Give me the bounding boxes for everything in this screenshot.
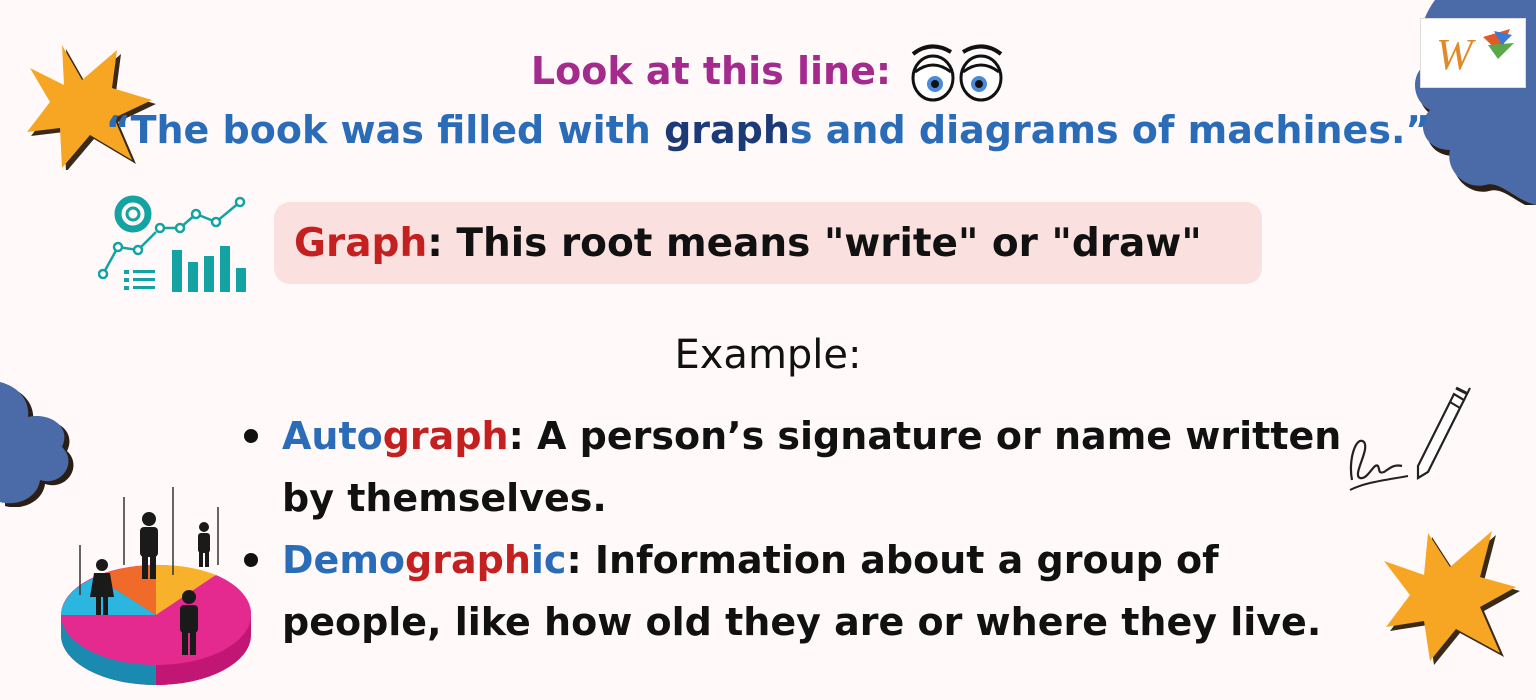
quote-highlight-root: graph [664, 108, 790, 152]
example-list: Autograph: A person’s signature or name … [240, 405, 1350, 653]
example-item-autograph: Autograph: A person’s signature or name … [240, 405, 1350, 529]
example-word-root: graph [382, 414, 509, 458]
chart-icon [98, 195, 246, 292]
root-definition: : This root means "write" or "draw" [427, 220, 1202, 266]
root-definition-banner: Graph: This root means "write" or "draw" [274, 202, 1262, 284]
prompt-text: Look at this line: [530, 49, 892, 93]
eyes-icon [911, 44, 1003, 102]
quote-text-start: “The book was filled with [105, 108, 665, 152]
example-word-prefix: Demo [282, 538, 406, 582]
example-item-demographic: Demographic: Information about a group o… [240, 529, 1350, 653]
pie-chart-people-icon [61, 487, 252, 685]
example-word-prefix: Auto [282, 414, 383, 458]
example-word-root: graph [405, 538, 531, 582]
quote-text-end: and diagrams of machines.” [812, 108, 1431, 152]
prompt-heading: Look at this line: [0, 40, 1536, 102]
quote-highlight-suffix: s [789, 108, 813, 152]
signature-pen-icon [1349, 386, 1471, 491]
example-word-suffix: ic [530, 538, 567, 582]
example-label: Example: [674, 332, 862, 378]
starburst-decoration-bottom-right [1384, 531, 1520, 665]
root-word: Graph [294, 220, 428, 266]
example-quote: “The book was filled with graphs and dia… [0, 108, 1536, 152]
